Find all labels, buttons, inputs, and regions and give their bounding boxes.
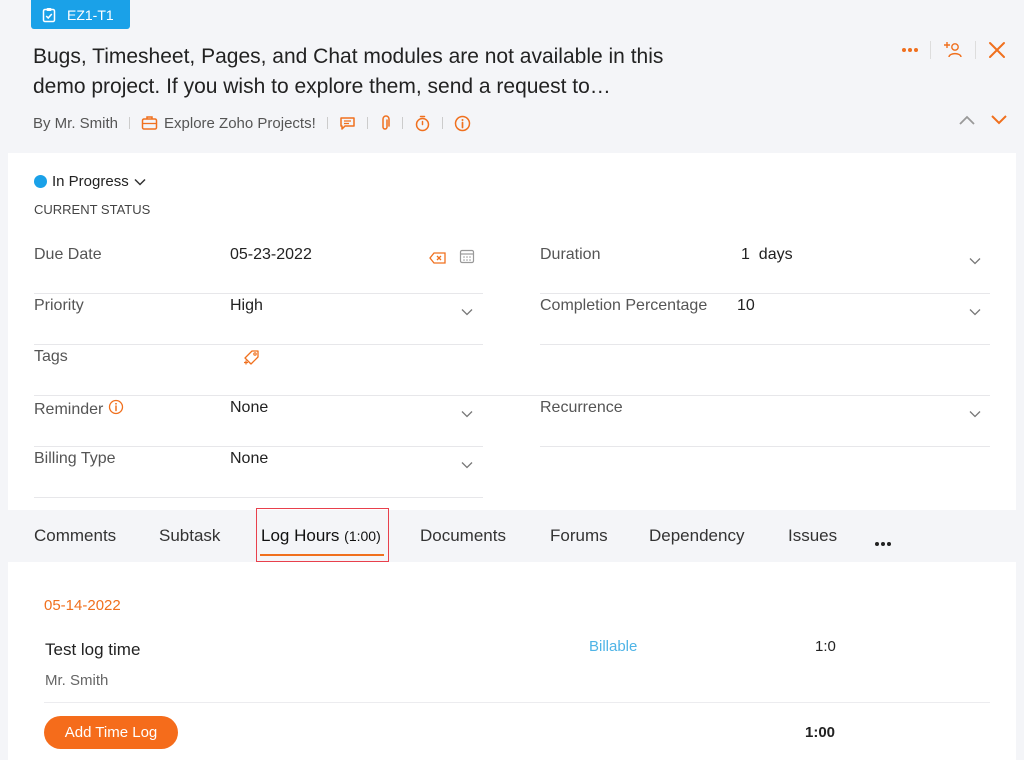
chevron-down-icon[interactable] [461, 456, 473, 474]
log-hours-panel: 05-14-2022 Test log time Mr. Smith Billa… [8, 562, 1016, 760]
chevron-down-icon[interactable] [969, 252, 981, 270]
billing-type-label: Billing Type [34, 450, 116, 467]
log-date: 05-14-2022 [44, 597, 121, 614]
header-actions [902, 40, 1006, 60]
task-id-text: EZ1-T1 [67, 6, 114, 23]
due-date-row: Due Date 05-23-2022 [34, 243, 483, 294]
chevron-down-icon[interactable] [461, 405, 473, 423]
log-entry-hours: 1:0 [815, 638, 836, 655]
completion-value[interactable]: 10 [737, 297, 755, 315]
duration-value[interactable]: 1 days [741, 246, 793, 264]
task-checklist-icon [41, 7, 57, 23]
task-title[interactable]: Bugs, Timesheet, Pages, and Chat modules… [33, 42, 733, 102]
task-meta-bar: By Mr. Smith Explore Zoho Projects! [33, 112, 471, 134]
tab-issues[interactable]: Issues [788, 526, 837, 546]
priority-value[interactable]: High [230, 297, 263, 315]
project-link[interactable]: Explore Zoho Projects! [141, 115, 316, 132]
reminder-row: Reminder None [34, 396, 483, 447]
comment-icon[interactable] [339, 115, 356, 131]
next-task-icon[interactable] [990, 113, 1008, 131]
tab-forums[interactable]: Forums [550, 526, 608, 546]
close-icon[interactable] [988, 41, 1006, 59]
log-billable-status: Billable [589, 638, 638, 655]
status-panel: In Progress CURRENT STATUS [8, 153, 1016, 243]
calendar-icon[interactable] [459, 248, 475, 269]
add-time-log-button[interactable]: Add Time Log [44, 716, 178, 749]
tab-documents[interactable]: Documents [420, 526, 506, 546]
duration-row: Duration 1 days [540, 243, 990, 294]
tab-comments[interactable]: Comments [34, 526, 116, 546]
attachment-icon[interactable] [379, 114, 391, 132]
tab-dependency[interactable]: Dependency [649, 526, 744, 546]
divider [44, 702, 990, 703]
status-value: In Progress [52, 173, 129, 190]
detail-tabs: Comments Subtask Log Hours (1:00) Docume… [0, 510, 1024, 562]
chevron-down-icon[interactable] [461, 303, 473, 321]
divider [975, 41, 976, 59]
total-hours: 1:00 [805, 724, 836, 741]
chevron-down-icon [134, 173, 146, 190]
reminder-value[interactable]: None [230, 399, 268, 417]
chevron-down-icon[interactable] [969, 303, 981, 321]
assign-user-icon[interactable] [943, 40, 963, 60]
previous-task-icon[interactable] [958, 113, 976, 131]
priority-label: Priority [34, 297, 84, 314]
timer-icon[interactable] [414, 115, 431, 132]
task-header: EZ1-T1 Bugs, Timesheet, Pages, and Chat … [0, 0, 1024, 153]
add-tag-icon[interactable] [242, 349, 260, 372]
tab-subtask[interactable]: Subtask [159, 526, 220, 546]
recurrence-label: Recurrence [540, 399, 623, 416]
clear-date-icon[interactable] [429, 251, 447, 269]
divider [401, 117, 403, 129]
billing-type-value[interactable]: None [230, 450, 268, 468]
log-entry-user: Mr. Smith [45, 672, 109, 689]
due-date-label: Due Date [34, 246, 102, 263]
more-tabs-icon[interactable] [874, 534, 892, 552]
task-title-line-2: demo project. If you wish to explore the… [33, 75, 611, 98]
status-caption: CURRENT STATUS [34, 202, 151, 217]
info-icon[interactable] [108, 399, 124, 420]
task-id-badge[interactable]: EZ1-T1 [31, 0, 130, 29]
chevron-down-icon[interactable] [969, 405, 981, 423]
task-fields: Due Date 05-23-2022 Duration 1 days Prio… [8, 243, 1016, 510]
task-author: By Mr. Smith [33, 114, 119, 132]
duration-label: Duration [540, 246, 601, 263]
status-dropdown[interactable]: In Progress [34, 173, 146, 190]
divider [366, 117, 368, 129]
task-title-line-1: Bugs, Timesheet, Pages, and Chat modules… [33, 45, 664, 68]
tags-label: Tags [34, 348, 68, 365]
divider [129, 117, 131, 129]
reminder-label: Reminder [34, 400, 104, 418]
completion-label: Completion Percentage [540, 297, 708, 314]
project-name: Explore Zoho Projects! [164, 114, 316, 132]
divider [930, 41, 931, 59]
divider [326, 117, 328, 129]
task-navigation [958, 113, 1008, 131]
recurrence-row: Recurrence [540, 396, 990, 447]
info-icon[interactable] [454, 115, 471, 132]
completion-row: Completion Percentage 10 [540, 294, 990, 345]
priority-row: Priority High [34, 294, 483, 345]
reminder-label-group: Reminder [34, 399, 124, 420]
briefcase-icon [141, 115, 158, 131]
log-entry-title[interactable]: Test log time [45, 640, 140, 660]
tags-row: Tags [34, 345, 990, 396]
due-date-value[interactable]: 05-23-2022 [230, 246, 312, 264]
status-dot [34, 175, 47, 188]
more-icon[interactable] [902, 47, 918, 53]
billing-type-row: Billing Type None [34, 447, 483, 498]
divider [441, 117, 443, 129]
active-tab-underline [260, 554, 384, 556]
